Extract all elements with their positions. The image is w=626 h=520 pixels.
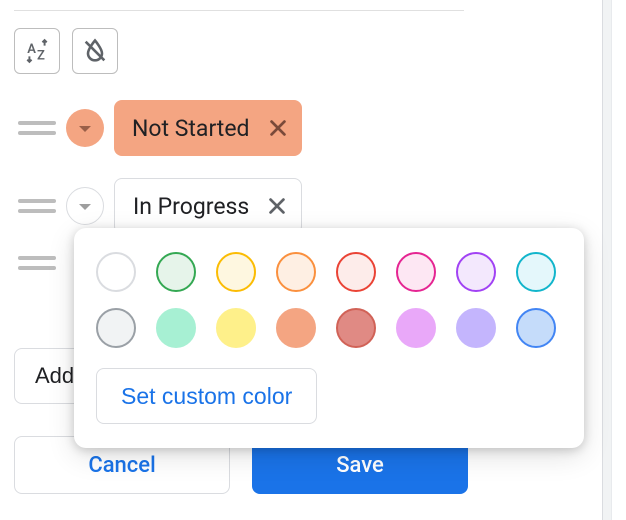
color-picker-popover: Set custom color <box>74 228 584 448</box>
drag-handle[interactable] <box>18 199 56 213</box>
color-swatch[interactable] <box>456 308 496 348</box>
color-swatch[interactable] <box>276 308 316 348</box>
color-swatch[interactable] <box>96 252 136 292</box>
color-swatch[interactable] <box>516 252 556 292</box>
page-edge <box>602 0 626 520</box>
droplet-off-icon <box>81 37 109 65</box>
page-edge-inner <box>611 0 626 520</box>
set-custom-color-button[interactable]: Set custom color <box>96 368 317 424</box>
color-swatch[interactable] <box>336 308 376 348</box>
color-swatch[interactable] <box>396 308 436 348</box>
sort-az-button[interactable]: A Z <box>14 28 60 74</box>
cancel-label: Cancel <box>88 453 155 478</box>
swatch-grid <box>96 252 562 348</box>
option-row-1: Not Started <box>18 100 302 156</box>
caret-down-icon <box>79 204 91 210</box>
sort-az-icon: A Z <box>24 38 50 64</box>
color-swatch[interactable] <box>96 308 136 348</box>
remove-option-button[interactable] <box>264 114 292 142</box>
swatch-row-2 <box>96 308 562 348</box>
option-row-2: In Progress <box>18 178 302 234</box>
close-icon <box>266 195 288 217</box>
color-swatch[interactable] <box>456 252 496 292</box>
color-swatch[interactable] <box>396 252 436 292</box>
remove-option-button[interactable] <box>263 192 291 220</box>
color-swatch[interactable] <box>216 252 256 292</box>
option-chip-2[interactable]: In Progress <box>114 178 302 234</box>
option-color-toggle-2[interactable] <box>66 187 104 225</box>
close-icon <box>267 117 289 139</box>
color-swatch[interactable] <box>276 252 316 292</box>
toolbar: A Z <box>14 28 118 74</box>
option-row-3 <box>18 256 56 270</box>
color-swatch[interactable] <box>156 252 196 292</box>
color-swatch[interactable] <box>516 308 556 348</box>
custom-color-label: Set custom color <box>121 383 292 410</box>
option-label: In Progress <box>133 193 249 220</box>
svg-text:A: A <box>27 42 36 57</box>
option-color-toggle-1[interactable] <box>66 109 104 147</box>
color-swatch[interactable] <box>156 308 196 348</box>
color-off-button[interactable] <box>72 28 118 74</box>
color-swatch[interactable] <box>216 308 256 348</box>
drag-handle[interactable] <box>18 121 56 135</box>
drag-handle[interactable] <box>18 256 56 270</box>
color-swatch[interactable] <box>336 252 376 292</box>
option-label: Not Started <box>132 115 250 142</box>
option-chip-1[interactable]: Not Started <box>114 100 302 156</box>
swatch-row-1 <box>96 252 562 292</box>
svg-text:Z: Z <box>37 49 45 64</box>
save-label: Save <box>336 453 384 478</box>
divider <box>14 10 464 11</box>
caret-down-icon <box>79 126 91 132</box>
